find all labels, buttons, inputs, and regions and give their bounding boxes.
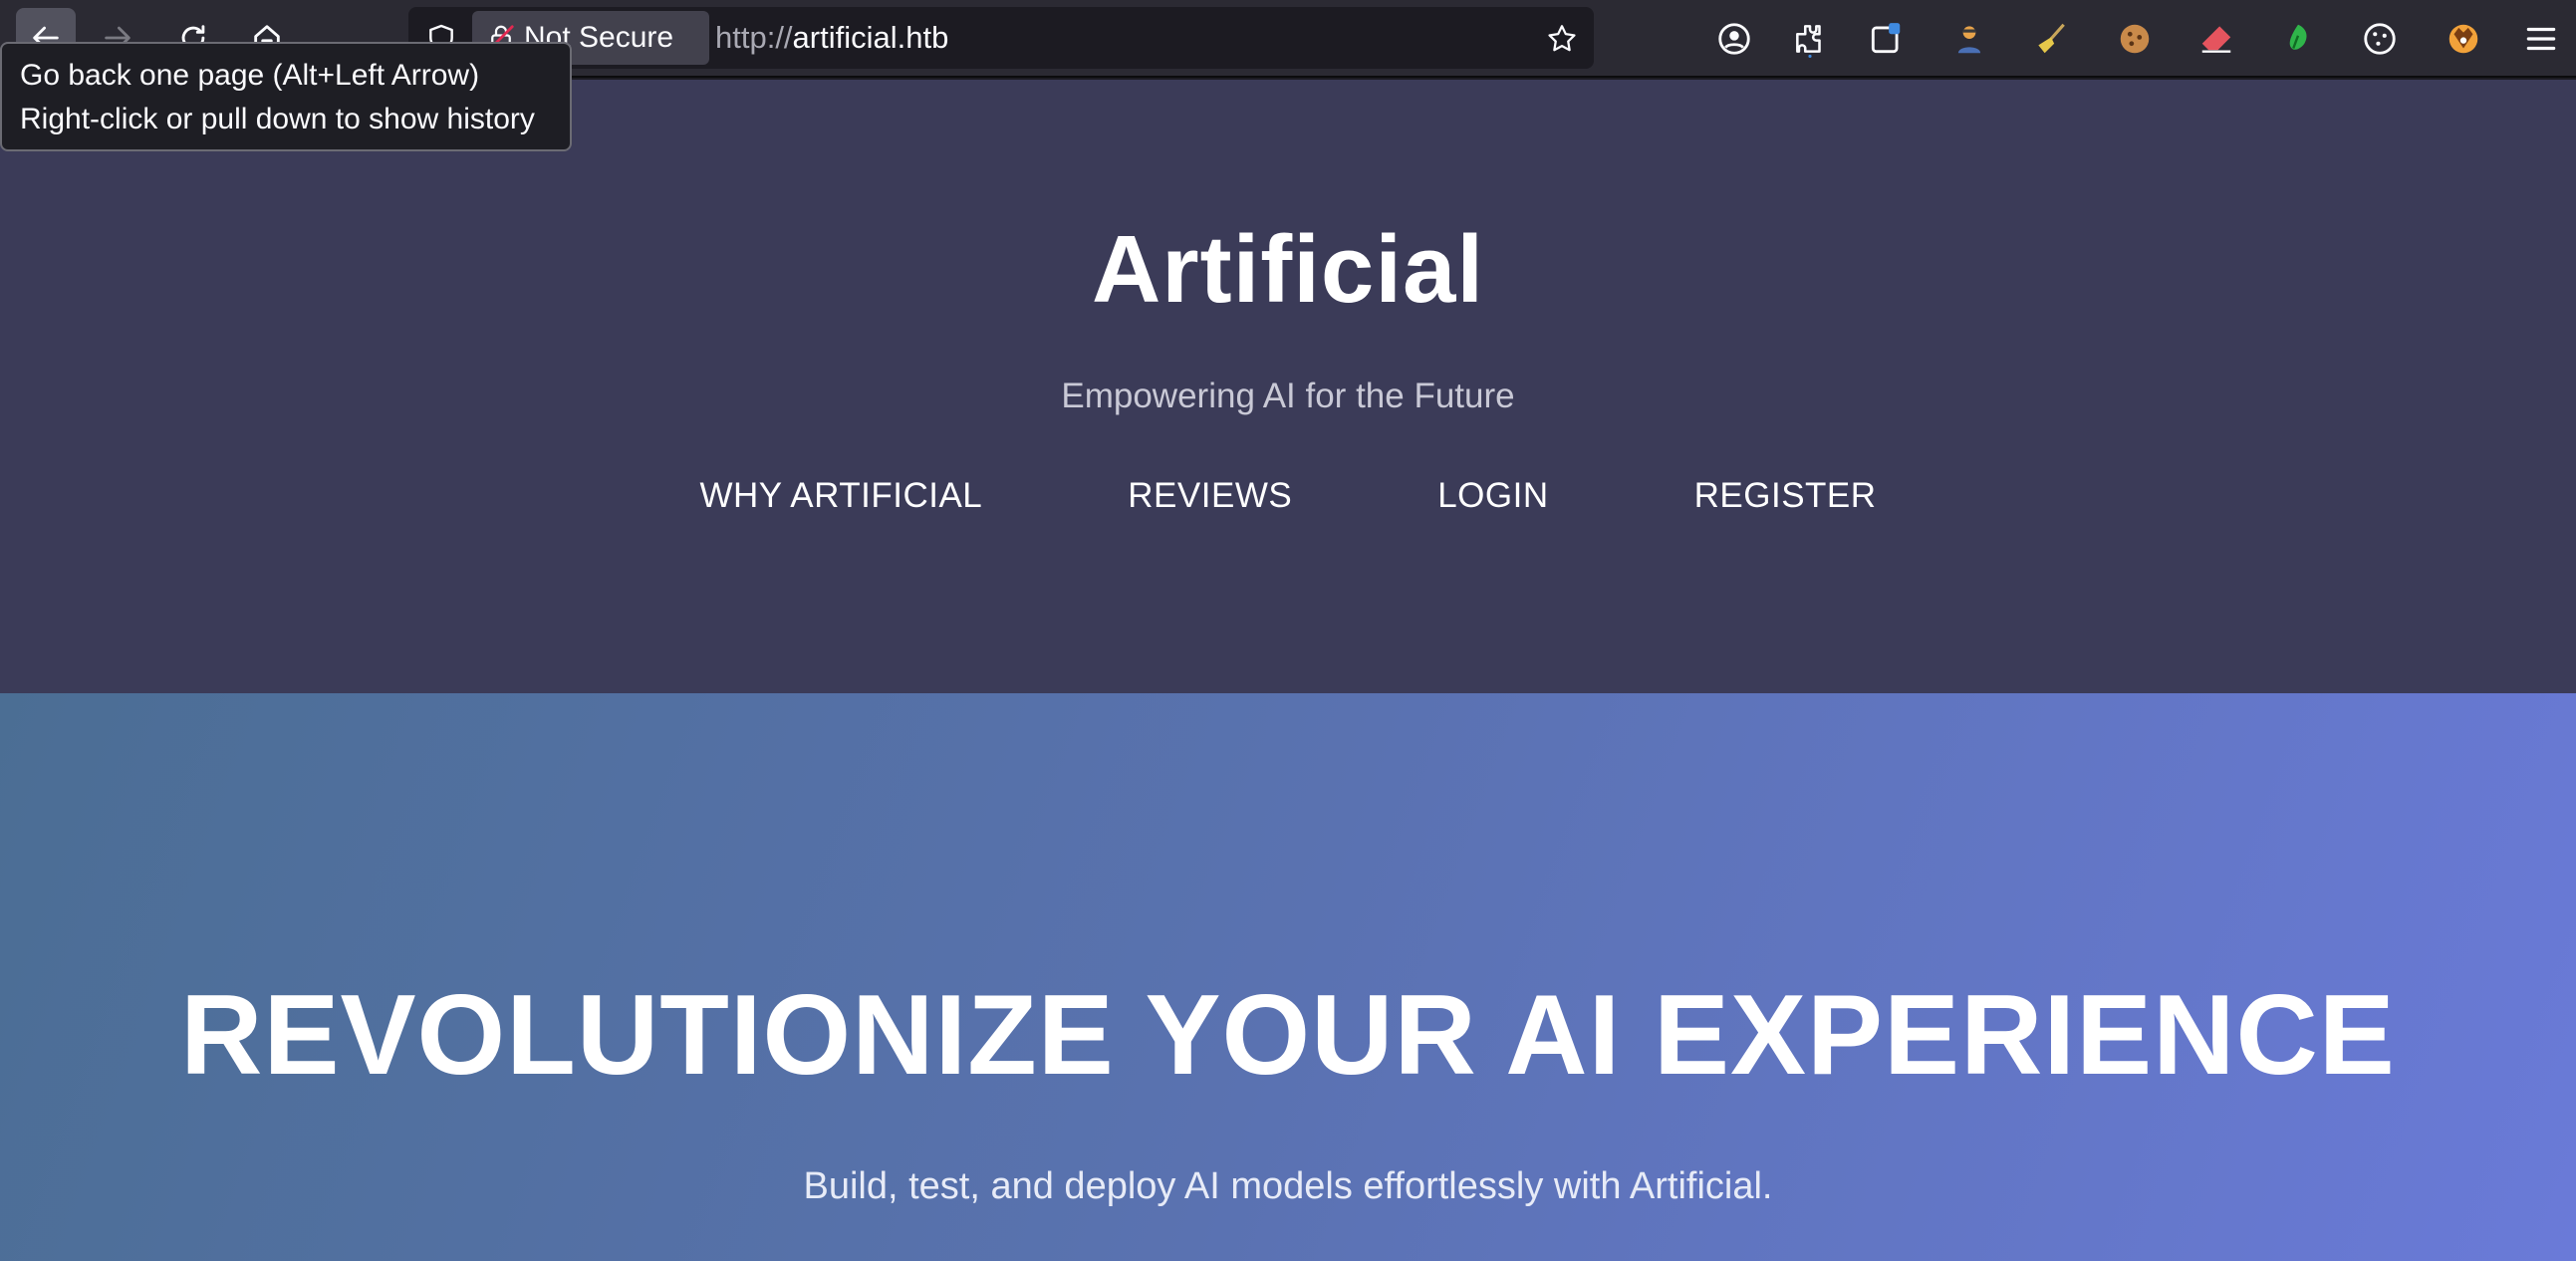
app-menu-button[interactable] [2514, 12, 2568, 66]
puzzle-icon [1796, 25, 1821, 58]
site-title: Artificial [1091, 216, 1485, 323]
container-icon [1871, 23, 1901, 54]
nav-link-register[interactable]: REGISTER [1694, 476, 1877, 516]
broom-extension-button[interactable] [2024, 12, 2078, 66]
containers-button[interactable] [1859, 12, 1913, 66]
cookie-extension-button[interactable] [2108, 12, 2162, 66]
leaf-extension-button[interactable] [2271, 12, 2325, 66]
bookmark-button[interactable] [1540, 17, 1584, 61]
agent-extension-button[interactable] [1942, 12, 1996, 66]
url-text[interactable]: http://artificial.htb [715, 7, 948, 69]
eraser-icon [2201, 26, 2231, 53]
cookie-manager-button[interactable] [2353, 12, 2407, 66]
url-host: artificial.htb [792, 20, 949, 55]
hero-title: REVOLUTIONIZE YOUR AI EXPERIENCE [180, 972, 2396, 1099]
url-bar[interactable]: Not Secure http://artificial.htb [408, 7, 1594, 69]
site-header: Artificial Empowering AI for the Future … [0, 80, 2576, 693]
cookie-icon [2120, 24, 2150, 54]
menu-icon [2526, 27, 2556, 51]
eraser-extension-button[interactable] [2190, 12, 2243, 66]
nav-link-login[interactable]: LOGIN [1437, 476, 1548, 516]
extensions-button[interactable] [1783, 12, 1837, 66]
broom-icon [2038, 23, 2065, 54]
site-nav: WHY ARTIFICIAL REVIEWS LOGIN REGISTER [0, 476, 2576, 516]
web-page: Artificial Empowering AI for the Future … [0, 80, 2576, 1261]
tooltip-line-1: Go back one page (Alt+Left Arrow) [20, 59, 480, 92]
back-button-tooltip: Go back one page (Alt+Left Arrow) Right-… [0, 42, 572, 151]
fox-extension-button[interactable] [2437, 12, 2490, 66]
nav-link-why-artificial[interactable]: WHY ARTIFICIAL [699, 476, 982, 516]
url-protocol: http:// [715, 20, 793, 55]
hero-section: REVOLUTIONIZE YOUR AI EXPERIENCE Build, … [0, 693, 2576, 1261]
agent-icon [1957, 26, 1981, 54]
fox-icon [2448, 24, 2478, 54]
account-icon [1718, 23, 1750, 55]
tooltip-line-2: Right-click or pull down to show history [20, 103, 535, 135]
site-tagline: Empowering AI for the Future [1061, 377, 1515, 415]
nav-link-reviews[interactable]: REVIEWS [1128, 476, 1292, 516]
account-button[interactable] [1707, 12, 1761, 66]
cookie-outline-icon [2364, 23, 2396, 55]
leaf-icon [2289, 24, 2307, 50]
star-icon [1548, 25, 1576, 52]
hero-subtitle: Build, test, and deploy AI models effort… [803, 1165, 1773, 1207]
